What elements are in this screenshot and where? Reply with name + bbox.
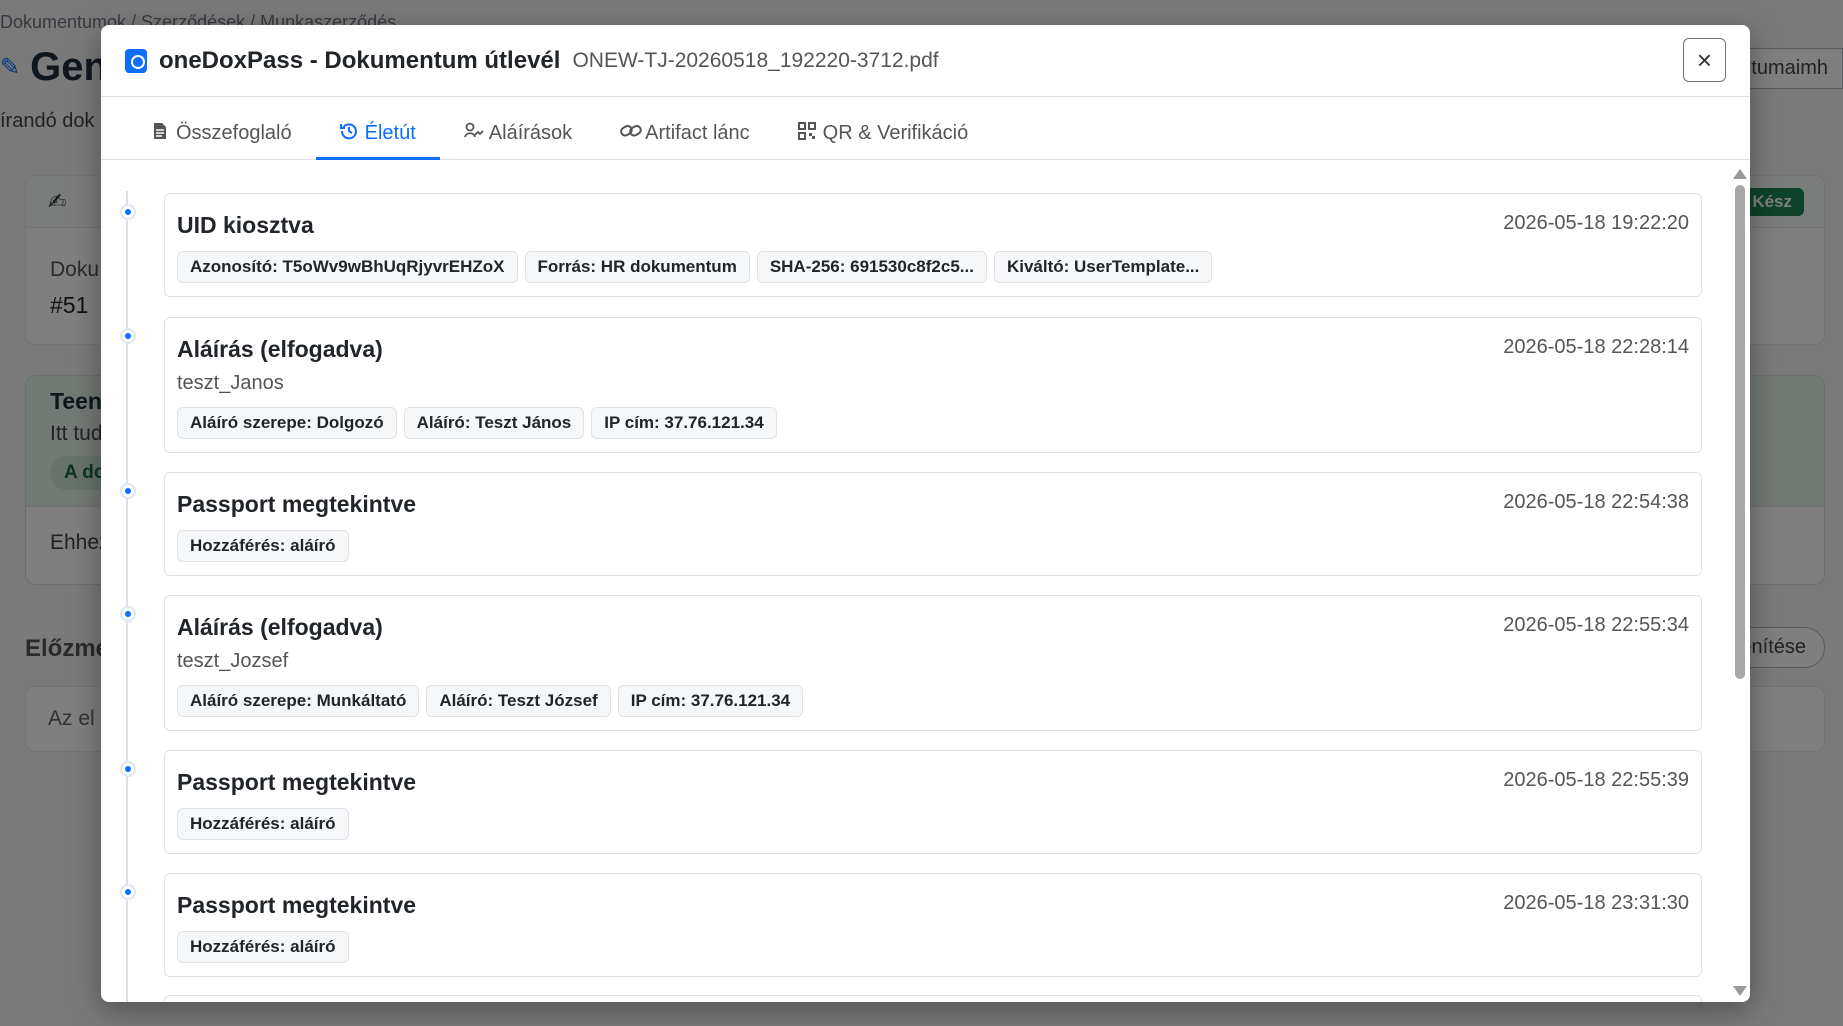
entry-tag: Kiváltó: UserTemplate... [993, 251, 1213, 283]
entry-title: Aláírás (elfogadva) [177, 614, 383, 640]
entry-tag: SHA-256: 691530c8f2c5... [756, 251, 987, 283]
entry-timestamp: 2026-05-18 23:31:30 [1503, 892, 1689, 914]
tab-label: Aláírások [488, 122, 573, 144]
scroll-up-arrow-icon[interactable] [1733, 169, 1747, 179]
tab-qr-verification[interactable]: QR & Verifikáció [774, 122, 993, 159]
timeline-entry: Passport megtekintve 2026-05-18 23:31:30… [120, 873, 1702, 977]
document-passport-modal: oneDoxPass - Dokumentum útlevél ONEW-TJ-… [101, 25, 1750, 1002]
entry-title: Passport megtekintve [177, 769, 417, 795]
timeline-entry: Aláírás (elfogadva) 2026-05-18 22:55:34 … [120, 595, 1702, 731]
entry-timestamp: 2026-05-18 22:54:38 [1503, 491, 1689, 513]
entry-tag: Aláíró szerepe: Dolgozó [177, 407, 397, 439]
entry-tag: Hozzáférés: aláíró [177, 530, 349, 562]
entry-tag: Hozzáférés: aláíró [177, 808, 349, 840]
entry-tags: Hozzáférés: aláíró [177, 530, 349, 562]
timeline-line [126, 191, 128, 1002]
entry-tag: Aláíró: Teszt János [403, 407, 585, 439]
signature-icon [463, 122, 484, 145]
entry-user: teszt_Jozsef [177, 650, 289, 672]
link-icon [620, 122, 642, 145]
entry-title: Aláírás (elfogadva) [177, 336, 383, 362]
tab-label: Artifact lánc [645, 122, 750, 144]
entry-tag: Forrás: HR dokumentum [524, 251, 750, 283]
entry-title: Passport megtekintve [177, 892, 417, 918]
lifecycle-timeline: UID kiosztva 2026-05-18 19:22:20 Azonosí… [101, 161, 1750, 1002]
entry-tag: IP cím: 37.76.121.34 [591, 407, 777, 439]
file-icon [151, 122, 169, 145]
timeline-dot [120, 606, 136, 622]
tab-summary[interactable]: Összefoglaló [127, 122, 316, 159]
tab-artifact-chain[interactable]: Artifact lánc [596, 122, 773, 159]
entry-tags: Aláíró szerepe: Dolgozó Aláíró: Teszt Já… [177, 407, 777, 439]
entry-tag: Aláíró: Teszt József [426, 685, 611, 717]
tab-label: Összefoglaló [176, 122, 292, 144]
entry-tag: Hozzáférés: aláíró [177, 931, 349, 963]
modal-header: oneDoxPass - Dokumentum útlevél ONEW-TJ-… [101, 25, 1750, 97]
scrollbar-thumb[interactable] [1735, 185, 1745, 679]
timeline-entry: Passport megtekintve 2026-05-18 22:55:39… [120, 750, 1702, 854]
timeline-scrollbar[interactable] [1729, 161, 1750, 1002]
entry-title: UID kiosztva [177, 212, 314, 238]
entry-tags: Azonosító: T5oWv9wBhUqRjyvrEHZoX Forrás:… [177, 251, 1213, 283]
entry-title: Passport megtekintve [177, 491, 417, 517]
entry-tag: IP cím: 37.76.121.34 [617, 685, 804, 717]
timeline-dot [120, 204, 136, 220]
tab-label: Életút [364, 122, 416, 144]
timeline-dot [120, 483, 136, 499]
passport-icon [125, 48, 147, 73]
timeline-entry: Aláírás (elfogadva) 2026-05-18 22:28:14 … [120, 317, 1702, 453]
timeline-dot [120, 884, 136, 900]
history-icon [339, 122, 358, 145]
modal-filename: ONEW-TJ-20260518_192220-3712.pdf [572, 48, 939, 72]
timeline-entry [164, 995, 1702, 1002]
timeline-dot [120, 761, 136, 777]
timeline-entry: Passport megtekintve 2026-05-18 22:54:38… [120, 472, 1702, 576]
tab-signatures[interactable]: Aláírások [440, 122, 596, 159]
modal-title: oneDoxPass - Dokumentum útlevél [159, 46, 561, 74]
scroll-down-arrow-icon[interactable] [1733, 986, 1747, 996]
qr-icon [797, 122, 816, 145]
modal-tabs: Összefoglaló Életút Aláírások Artifact l… [101, 97, 1750, 160]
entry-tags: Hozzáférés: aláíró [177, 808, 349, 840]
entry-tag: Aláíró szerepe: Munkáltató [177, 685, 420, 717]
entry-tags: Hozzáférés: aláíró [177, 931, 349, 963]
timeline-entry: UID kiosztva 2026-05-18 19:22:20 Azonosí… [120, 193, 1702, 297]
timeline-dot [120, 328, 136, 344]
entry-timestamp: 2026-05-18 19:22:20 [1503, 212, 1689, 234]
entry-timestamp: 2026-05-18 22:55:34 [1503, 614, 1689, 636]
entry-tag: Azonosító: T5oWv9wBhUqRjyvrEHZoX [177, 251, 518, 283]
close-button[interactable]: × [1683, 38, 1726, 82]
entry-timestamp: 2026-05-18 22:55:39 [1503, 769, 1689, 791]
entry-user: teszt_Janos [177, 372, 284, 394]
tab-label: QR & Verifikáció [822, 122, 969, 144]
close-icon: × [1696, 44, 1713, 75]
tab-lifecycle[interactable]: Életút [315, 122, 440, 160]
entry-tags: Aláíró szerepe: Munkáltató Aláíró: Teszt… [177, 685, 804, 717]
entry-timestamp: 2026-05-18 22:28:14 [1503, 336, 1689, 358]
